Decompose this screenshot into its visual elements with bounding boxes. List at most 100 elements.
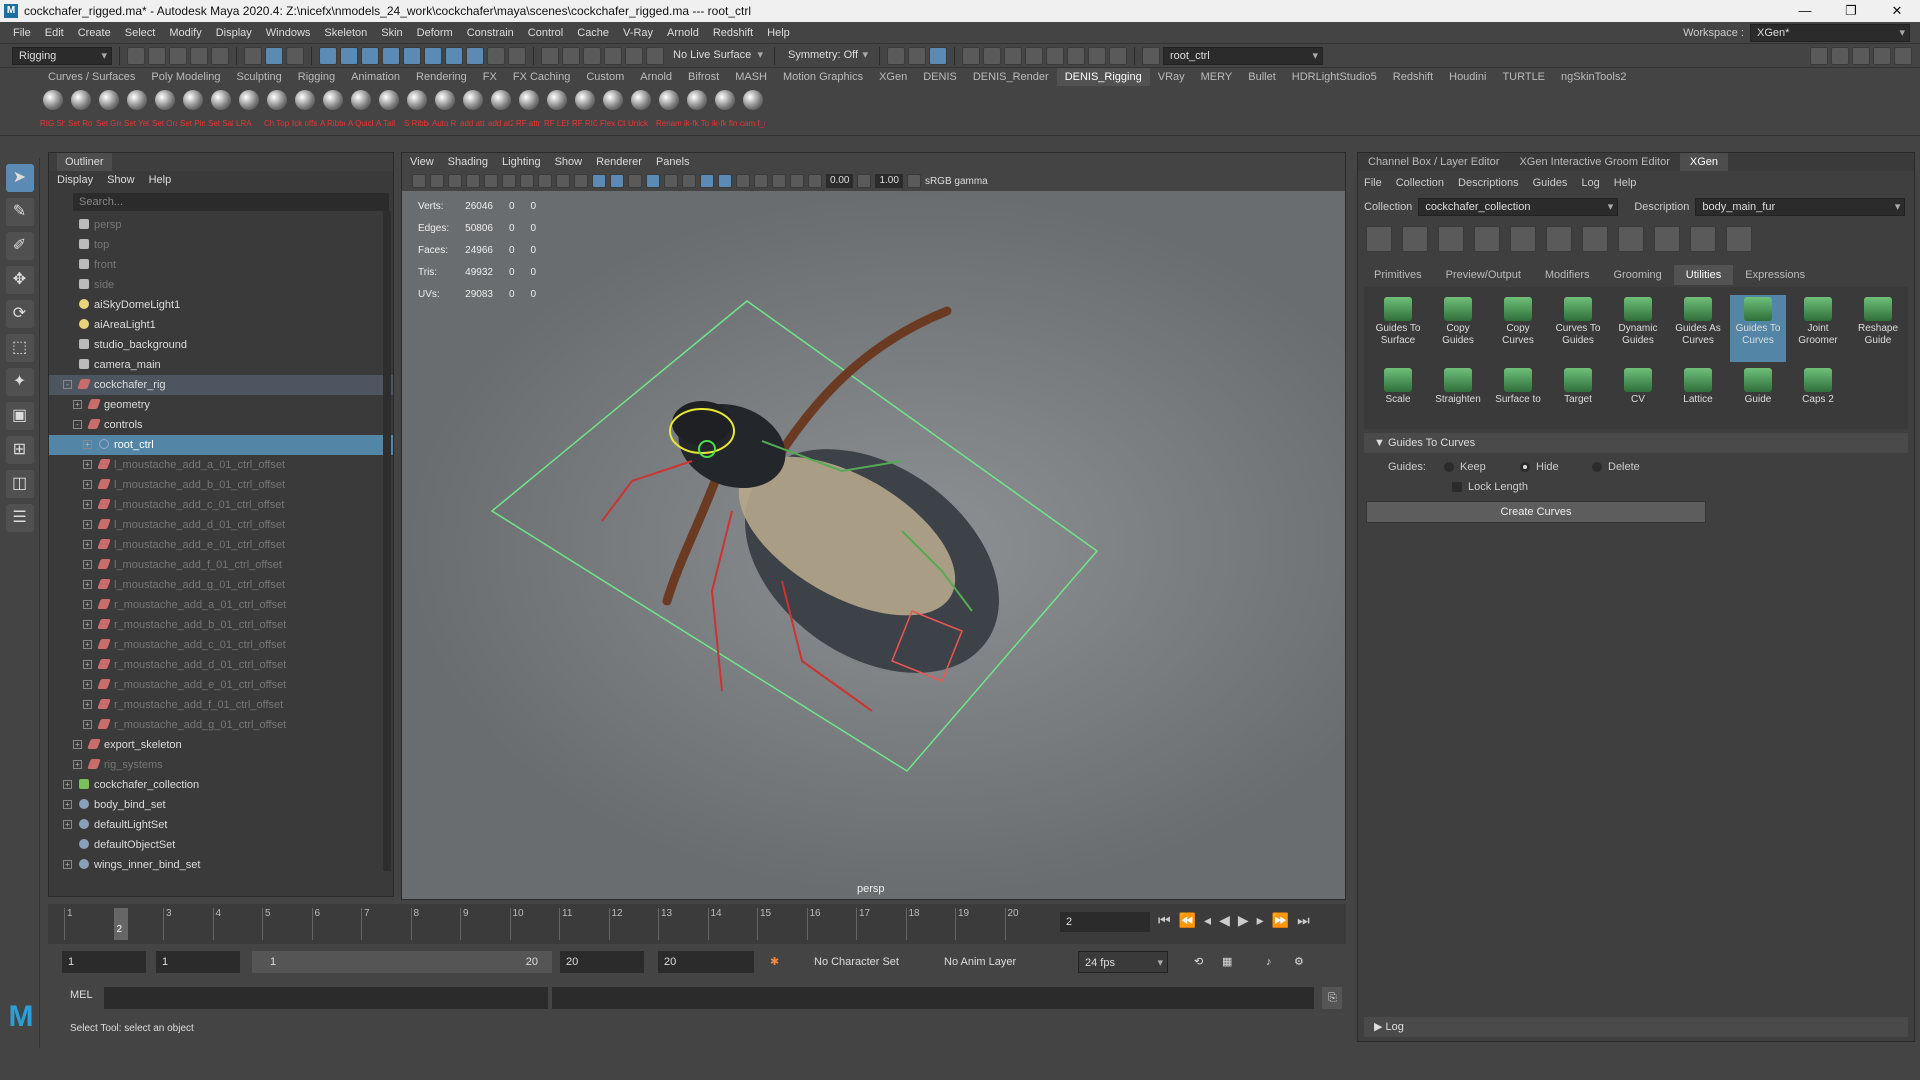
default-material-icon[interactable]	[628, 174, 642, 188]
menuset-dropdown[interactable]: Rigging	[12, 46, 112, 65]
new-scene-icon[interactable]	[127, 46, 145, 65]
expand-icon[interactable]: +	[83, 560, 92, 569]
expand-icon[interactable]: +	[63, 780, 72, 789]
xgen-tab[interactable]: Modifiers	[1533, 265, 1602, 285]
exposure-field[interactable]: 0.00	[826, 174, 854, 188]
gamma-icon[interactable]	[857, 174, 872, 188]
create-description-icon[interactable]	[1402, 226, 1428, 252]
isolate-select-icon[interactable]	[754, 174, 768, 188]
shelf-tab[interactable]: DENIS	[915, 68, 965, 86]
shelf-tab[interactable]: DENIS_Render	[965, 68, 1057, 86]
xgen-menu-item[interactable]: Guides	[1533, 177, 1568, 189]
outliner-row[interactable]: + l_moustache_add_e_01_ctrl_offset	[49, 535, 393, 555]
shelf-tab[interactable]: VRay	[1150, 68, 1193, 86]
shelf-button[interactable]: ik-fk fin	[712, 90, 737, 128]
current-time-marker[interactable]: 2	[113, 908, 128, 940]
single-view-layout-icon[interactable]: ▣	[5, 402, 34, 430]
outliner-row[interactable]: studio_background	[49, 335, 393, 355]
shelf-tab[interactable]: FX Caching	[505, 68, 578, 86]
utility-button[interactable]: Guides As Curves	[1670, 295, 1726, 362]
camera-attributes-icon[interactable]	[430, 174, 444, 188]
viewport-menu-item[interactable]: Panels	[656, 156, 690, 168]
make-live-icon[interactable]	[646, 46, 664, 65]
grid-icon[interactable]	[484, 174, 498, 188]
open-scene-icon[interactable]	[148, 46, 166, 65]
expand-icon[interactable]: +	[83, 660, 92, 669]
utility-button[interactable]: Dynamic Guides	[1610, 295, 1666, 362]
outliner-row[interactable]: + r_moustache_add_d_01_ctrl_offset	[49, 655, 393, 675]
xgen-tab[interactable]: Primitives	[1362, 265, 1434, 285]
redo-icon[interactable]	[211, 46, 229, 65]
shelf-button[interactable]: Set Yell	[124, 90, 149, 128]
xgen-menu-item[interactable]: Log	[1581, 177, 1599, 189]
expand-icon[interactable]: +	[63, 860, 72, 869]
menu-windows[interactable]: Windows	[259, 27, 318, 39]
lasso-tool-icon[interactable]: ✎	[5, 198, 34, 226]
shelf-tab[interactable]: DENIS_Rigging	[1056, 68, 1150, 86]
delete-radio[interactable]	[1592, 462, 1602, 472]
shelf-tab[interactable]: MASH	[727, 68, 775, 86]
symmetry-dropdown[interactable]: Symmetry: Off	[782, 46, 872, 65]
outliner-row[interactable]: persp	[49, 215, 393, 235]
collapse-icon[interactable]: -	[73, 420, 82, 429]
menu-skeleton[interactable]: Skeleton	[317, 27, 374, 39]
script-editor-icon[interactable]: ⎘	[1322, 987, 1342, 1009]
shelf-tab[interactable]: Houdini	[1441, 68, 1494, 86]
expand-icon[interactable]: +	[73, 400, 82, 409]
menu-edit[interactable]: Edit	[38, 27, 71, 39]
select-object-icon[interactable]	[265, 46, 283, 65]
expand-icon[interactable]: +	[83, 700, 92, 709]
select-cv-icon[interactable]	[1546, 226, 1572, 252]
undo-icon[interactable]	[190, 46, 208, 65]
3d-scene-view[interactable]: Verts: 26046 0 0 Edges: 50806 0 0 Faces: 24966 0 0 T…	[402, 191, 1345, 899]
expand-icon[interactable]: +	[83, 440, 92, 449]
step-forward-key-icon[interactable]: ⏩	[1272, 912, 1289, 929]
maximize-button[interactable]: ❐	[1828, 3, 1874, 19]
shelf-tab[interactable]: MERY	[1193, 68, 1241, 86]
expand-icon[interactable]: +	[83, 680, 92, 689]
xray-icon[interactable]	[772, 174, 786, 188]
shelf-button[interactable]: Flex Ctr	[600, 90, 625, 128]
shelf-tab[interactable]: Redshift	[1385, 68, 1441, 86]
tool-settings-icon[interactable]	[1852, 46, 1870, 65]
play-backward-icon[interactable]: ◀	[1219, 912, 1230, 929]
workspace-dropdown[interactable]: XGen*	[1750, 23, 1910, 42]
selection-name-field[interactable]: root_ctrl	[1163, 46, 1323, 65]
shelf-button[interactable]: cam f_ri	[740, 90, 765, 128]
viewport-menu-item[interactable]: Shading	[448, 156, 488, 168]
outliner-row[interactable]: + r_moustache_add_b_01_ctrl_offset	[49, 615, 393, 635]
shelf-tab[interactable]: Curves / Surfaces	[40, 68, 143, 86]
menu-file[interactable]: File	[6, 27, 38, 39]
live-surface-dropdown[interactable]: No Live Surface	[667, 46, 767, 65]
utility-button[interactable]: Target	[1550, 366, 1606, 421]
paint-select-icon[interactable]: ✐	[5, 232, 34, 260]
arnold-render-icon[interactable]	[1046, 46, 1064, 65]
menu-select[interactable]: Select	[118, 27, 163, 39]
outliner-row[interactable]: + root_ctrl	[49, 435, 393, 455]
outliner-row[interactable]: + export_skeleton	[49, 735, 393, 755]
utility-button[interactable]: Caps 2	[1790, 366, 1846, 421]
viewport-menu-item[interactable]: Renderer	[596, 156, 642, 168]
collection-dropdown[interactable]: cockchafer_collection	[1418, 198, 1619, 216]
outliner-row[interactable]: + geometry	[49, 395, 393, 415]
shelf-tab[interactable]: Rigging	[290, 68, 343, 86]
go-to-end-icon[interactable]: ⏭	[1297, 912, 1310, 929]
shelf-tab[interactable]: HDRLightStudio5	[1284, 68, 1385, 86]
viewport-menu-item[interactable]: View	[410, 156, 434, 168]
viewport-menu-item[interactable]: Lighting	[502, 156, 541, 168]
smooth-shade-icon[interactable]	[610, 174, 624, 188]
vray-render-icon[interactable]	[1088, 46, 1106, 65]
step-back-frame-icon[interactable]: ◂	[1204, 912, 1211, 929]
menu-vray[interactable]: V-Ray	[616, 27, 660, 39]
shelf-tab[interactable]: Animation	[343, 68, 408, 86]
outliner-row[interactable]: + l_moustache_add_a_01_ctrl_offset	[49, 455, 393, 475]
shelf-button[interactable]: RF LEFT	[544, 90, 569, 128]
image-plane-icon[interactable]	[466, 174, 480, 188]
normalize-guides-icon[interactable]	[1654, 226, 1680, 252]
sculpt-guides-icon[interactable]	[1474, 226, 1500, 252]
play-forward-icon[interactable]: ▶	[1238, 912, 1249, 929]
shelf-button[interactable]: RIG Sha	[40, 90, 65, 128]
expand-icon[interactable]: +	[83, 640, 92, 649]
hide-radio[interactable]	[1520, 462, 1530, 472]
select-tool-icon[interactable]: ➤	[5, 164, 34, 192]
